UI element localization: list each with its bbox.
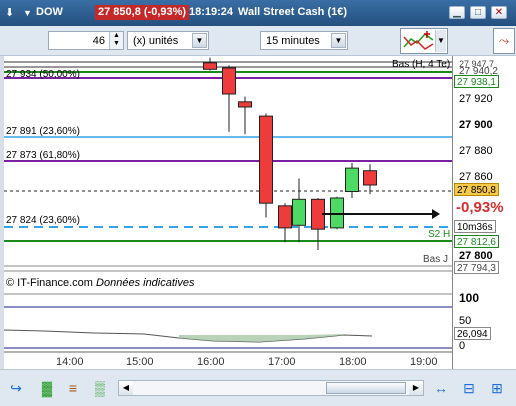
time-label: 19:00 <box>410 356 438 368</box>
candle-body <box>222 67 236 95</box>
minimize-button[interactable]: ▁ <box>449 6 465 19</box>
price-change-badge: 27 850,8 (-0,93%) <box>95 5 190 20</box>
time-label: 17:00 <box>268 356 296 368</box>
candle-body <box>238 101 252 108</box>
countdown-box: 10m36s <box>454 220 496 233</box>
price-chart[interactable]: 27 934 (50,00%) 27 891 (23,60%) 27 873 (… <box>3 56 452 369</box>
compare-icon[interactable]: ▒ <box>91 379 109 397</box>
drawing-tool-icon[interactable]: ⤳ <box>493 28 515 54</box>
arrow-head <box>432 209 440 219</box>
stepper-arrows-icon[interactable]: ▲ ▼ <box>109 32 123 49</box>
clock-time: 18:19:24 <box>189 6 234 18</box>
axis-tick: 27 860 <box>459 171 493 183</box>
scrollbar-thumb[interactable] <box>326 382 406 394</box>
s2h-label: S2 H <box>428 229 451 240</box>
chart-canvas <box>3 57 452 353</box>
candle-body <box>363 170 377 186</box>
level-box-812: 27 812,6 <box>454 235 499 248</box>
candle-body <box>259 115 273 204</box>
quantity-stepper[interactable]: 46 ▲ ▼ <box>48 31 124 50</box>
time-scrollbar[interactable]: ◀ ▶ <box>118 380 424 396</box>
candle-body <box>278 205 292 229</box>
candle-body <box>203 62 217 70</box>
time-label: 14:00 <box>56 356 84 368</box>
time-label: 18:00 <box>339 356 367 368</box>
level-box-938: 27 938,1 <box>454 75 499 88</box>
down-arrow-icon[interactable]: ⬇ <box>5 7 15 19</box>
zoom-fit-icon[interactable]: ↔ <box>432 379 450 397</box>
candle-body <box>330 197 344 229</box>
quantity-value: 46 <box>92 35 105 47</box>
bas-j-label: Bas J <box>423 254 449 265</box>
indicator-level-0: 0 <box>459 340 466 352</box>
zoom-out-icon[interactable]: ⊟ <box>460 379 478 397</box>
interval-select-value: 15 minutes <box>266 35 320 47</box>
axis-tick: 27 920 <box>459 93 493 105</box>
close-button[interactable]: ✕ <box>491 6 507 19</box>
units-select-value: (x) unités <box>133 35 179 47</box>
chart-type-selector[interactable]: ▼ <box>400 28 448 54</box>
chevron-down-icon[interactable]: ▼ <box>192 33 207 48</box>
level-label-50: 27 934 (50,00%) <box>6 69 80 80</box>
bottom-toolbar: ↪ ▓ ≡ ▒ ◀ ▶ ↔ ⊟ ⊞ <box>0 369 516 406</box>
chart-type-icon <box>403 31 434 50</box>
level-label-23-6-upper: 27 891 (23,60%) <box>6 126 80 137</box>
change-percent: -0,93% <box>456 199 504 216</box>
candle-body <box>292 198 306 226</box>
chevron-down-icon[interactable]: ▼ <box>331 33 346 48</box>
indicator-fill <box>179 334 344 342</box>
time-label: 16:00 <box>197 356 225 368</box>
chevron-down-icon[interactable]: ▼ <box>23 7 33 19</box>
axis-tick: 27 900 <box>459 119 493 131</box>
price-axis[interactable]: 27 947,7 27 940,2 27 938,1 27 920 27 900… <box>452 56 516 369</box>
indicator-level-100: 100 <box>459 291 480 305</box>
instrument-name: Wall Street Cash (1€) <box>238 6 348 18</box>
tools-icon[interactable]: ≡ <box>64 379 82 397</box>
zoom-in-icon[interactable]: ⊞ <box>488 379 506 397</box>
bas-h-label: Bas (H, 4 Te) <box>392 59 451 70</box>
level-label-23-6-lower: 27 824 (23,60%) <box>6 215 80 226</box>
level-label-61-8: 27 873 (61,80%) <box>6 150 80 161</box>
toolbar: 46 ▲ ▼ (x) unités ▼ 15 minutes ▼ ▼ ⤳ <box>0 26 516 56</box>
scroll-right-icon[interactable]: ▶ <box>409 381 423 395</box>
chevron-down-icon[interactable]: ▼ <box>435 30 446 52</box>
indicators-icon[interactable]: ▓ <box>38 379 56 397</box>
time-label: 15:00 <box>126 356 154 368</box>
instrument-symbol: DOW <box>36 6 63 18</box>
indicator-level-50: 50 <box>459 315 472 327</box>
maximize-button[interactable]: □ <box>470 6 486 19</box>
share-icon[interactable]: ↪ <box>7 379 25 397</box>
axis-tick: 27 880 <box>459 145 493 157</box>
title-bar: ⬇ ▼ DOW 27 850,8 (-0,93%) 18:19:24 Wall … <box>0 0 516 26</box>
current-price-box: 27 850,8 <box>454 183 499 196</box>
scroll-left-icon[interactable]: ◀ <box>119 381 133 395</box>
candle-body <box>345 167 359 192</box>
source-note: © IT-Finance.com Données indicatives <box>6 277 195 289</box>
level-box-794: 27 794,3 <box>454 261 499 274</box>
interval-select[interactable]: 15 minutes ▼ <box>260 31 348 50</box>
units-select[interactable]: (x) unités ▼ <box>127 31 209 50</box>
indicator-value-box: 26,094 <box>454 327 491 340</box>
